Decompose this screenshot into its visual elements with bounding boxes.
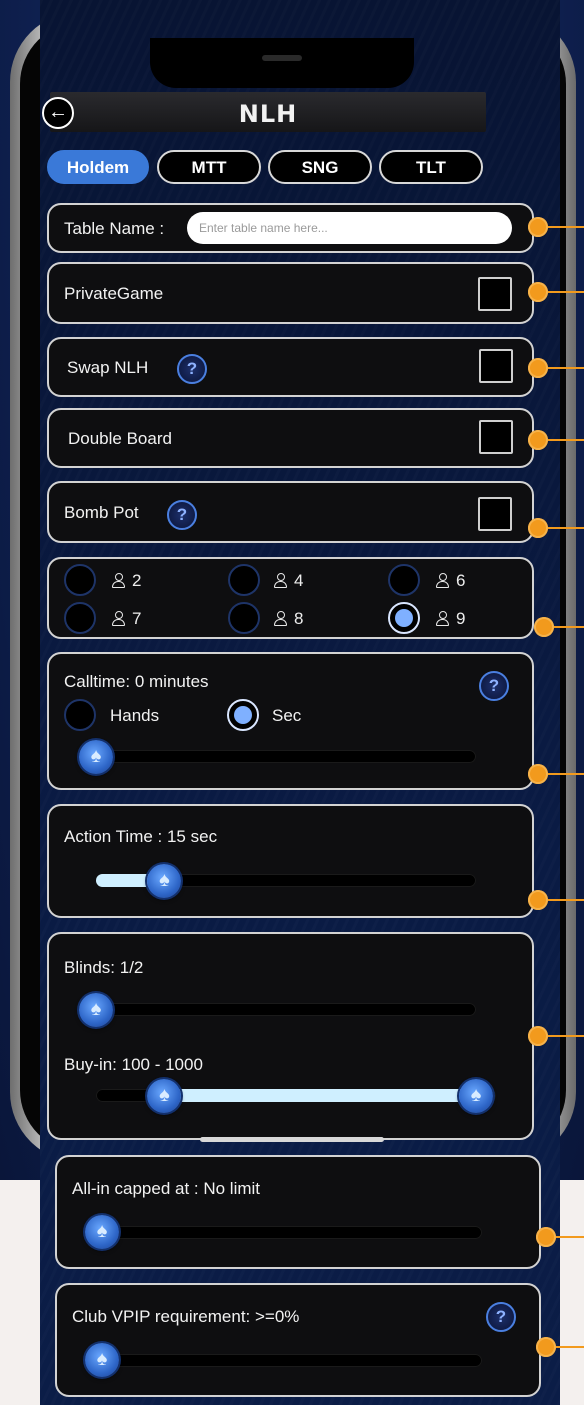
club-vpip-card	[55, 1283, 541, 1397]
tab-sng[interactable]: SNG	[268, 150, 372, 184]
user-icon	[435, 573, 449, 588]
callout-marker	[534, 617, 554, 637]
seats-option-4: 4	[273, 571, 303, 591]
tab-holdem[interactable]: Holdem	[47, 150, 149, 184]
action-time-card	[47, 804, 534, 918]
callout-marker	[528, 430, 548, 450]
seats-radio-6[interactable]	[388, 564, 420, 596]
callout-marker	[528, 1026, 548, 1046]
seats-option-2: 2	[111, 571, 141, 591]
swap-nlh-label: Swap NLH	[67, 358, 149, 377]
callout-marker	[528, 358, 548, 378]
club-vpip-slider-thumb[interactable]	[85, 1343, 119, 1377]
callout-marker	[528, 764, 548, 784]
seats-radio-8[interactable]	[228, 602, 260, 634]
table-name-label: Table Name :	[64, 219, 165, 238]
callout-marker	[536, 1227, 556, 1247]
double-board-label: Double Board	[68, 429, 172, 448]
tab-mtt[interactable]: MTT	[157, 150, 261, 184]
action-time-label: Action Time : 15 sec	[64, 827, 218, 846]
private-game-checkbox[interactable]	[478, 277, 512, 311]
blinds-label: Blinds: 1/2	[64, 958, 144, 977]
seats-option-7: 7	[111, 609, 141, 629]
page-title: NLH	[238, 100, 298, 128]
calltime-option-sec: Sec	[272, 706, 302, 725]
bomb-pot-checkbox[interactable]	[478, 497, 512, 531]
blinds-slider-track[interactable]	[96, 1003, 476, 1016]
calltime-radio-hands[interactable]	[64, 699, 96, 731]
all-in-cap-slider-thumb[interactable]	[85, 1215, 119, 1249]
seats-option-8: 8	[273, 609, 303, 629]
phone-notch	[150, 38, 414, 88]
callout-marker	[528, 890, 548, 910]
title-bar: NLH	[50, 92, 486, 132]
blinds-slider-thumb[interactable]	[79, 993, 113, 1027]
all-in-cap-card	[55, 1155, 541, 1269]
club-vpip-label: Club VPIP requirement: >=0%	[72, 1307, 300, 1326]
swap-nlh-help-icon[interactable]: ?	[177, 354, 207, 384]
private-game-label: PrivateGame	[64, 284, 164, 303]
back-arrow-icon[interactable]: ←	[42, 97, 74, 129]
bomb-pot-label: Bomb Pot	[64, 503, 139, 522]
calltime-option-hands: Hands	[110, 706, 160, 725]
phone-speaker	[262, 55, 302, 61]
callout-marker	[528, 217, 548, 237]
seats-radio-7[interactable]	[64, 602, 96, 634]
home-indicator	[200, 1137, 384, 1142]
seats-radio-4[interactable]	[228, 564, 260, 596]
calltime-help-icon[interactable]: ?	[479, 671, 509, 701]
seats-radio-2[interactable]	[64, 564, 96, 596]
seats-option-9: 9	[435, 609, 465, 629]
buy-in-high-thumb[interactable]	[459, 1079, 493, 1113]
callout-marker	[528, 282, 548, 302]
double-board-checkbox[interactable]	[479, 420, 513, 454]
all-in-cap-slider-track[interactable]	[102, 1226, 482, 1239]
callout-marker	[528, 518, 548, 538]
calltime-radio-sec[interactable]	[227, 699, 259, 731]
table-name-input[interactable]	[187, 212, 512, 244]
user-icon	[435, 611, 449, 626]
club-vpip-help-icon[interactable]: ?	[486, 1302, 516, 1332]
user-icon	[111, 573, 125, 588]
calltime-slider-track[interactable]	[96, 750, 476, 763]
swap-nlh-checkbox[interactable]	[479, 349, 513, 383]
all-in-cap-label: All-in capped at : No limit	[72, 1179, 261, 1198]
seats-option-6: 6	[435, 571, 465, 591]
seats-radio-9[interactable]	[388, 602, 420, 634]
user-icon	[273, 611, 287, 626]
club-vpip-slider-track[interactable]	[102, 1354, 482, 1367]
user-icon	[111, 611, 125, 626]
user-icon	[273, 573, 287, 588]
callout-marker	[536, 1337, 556, 1357]
buy-in-label: Buy-in: 100 - 1000	[64, 1055, 203, 1074]
tab-tlt[interactable]: TLT	[379, 150, 483, 184]
calltime-label: Calltime: 0 minutes	[64, 672, 209, 691]
bomb-pot-help-icon[interactable]: ?	[167, 500, 197, 530]
buy-in-range-fill	[164, 1089, 476, 1102]
calltime-slider-thumb[interactable]	[79, 740, 113, 774]
